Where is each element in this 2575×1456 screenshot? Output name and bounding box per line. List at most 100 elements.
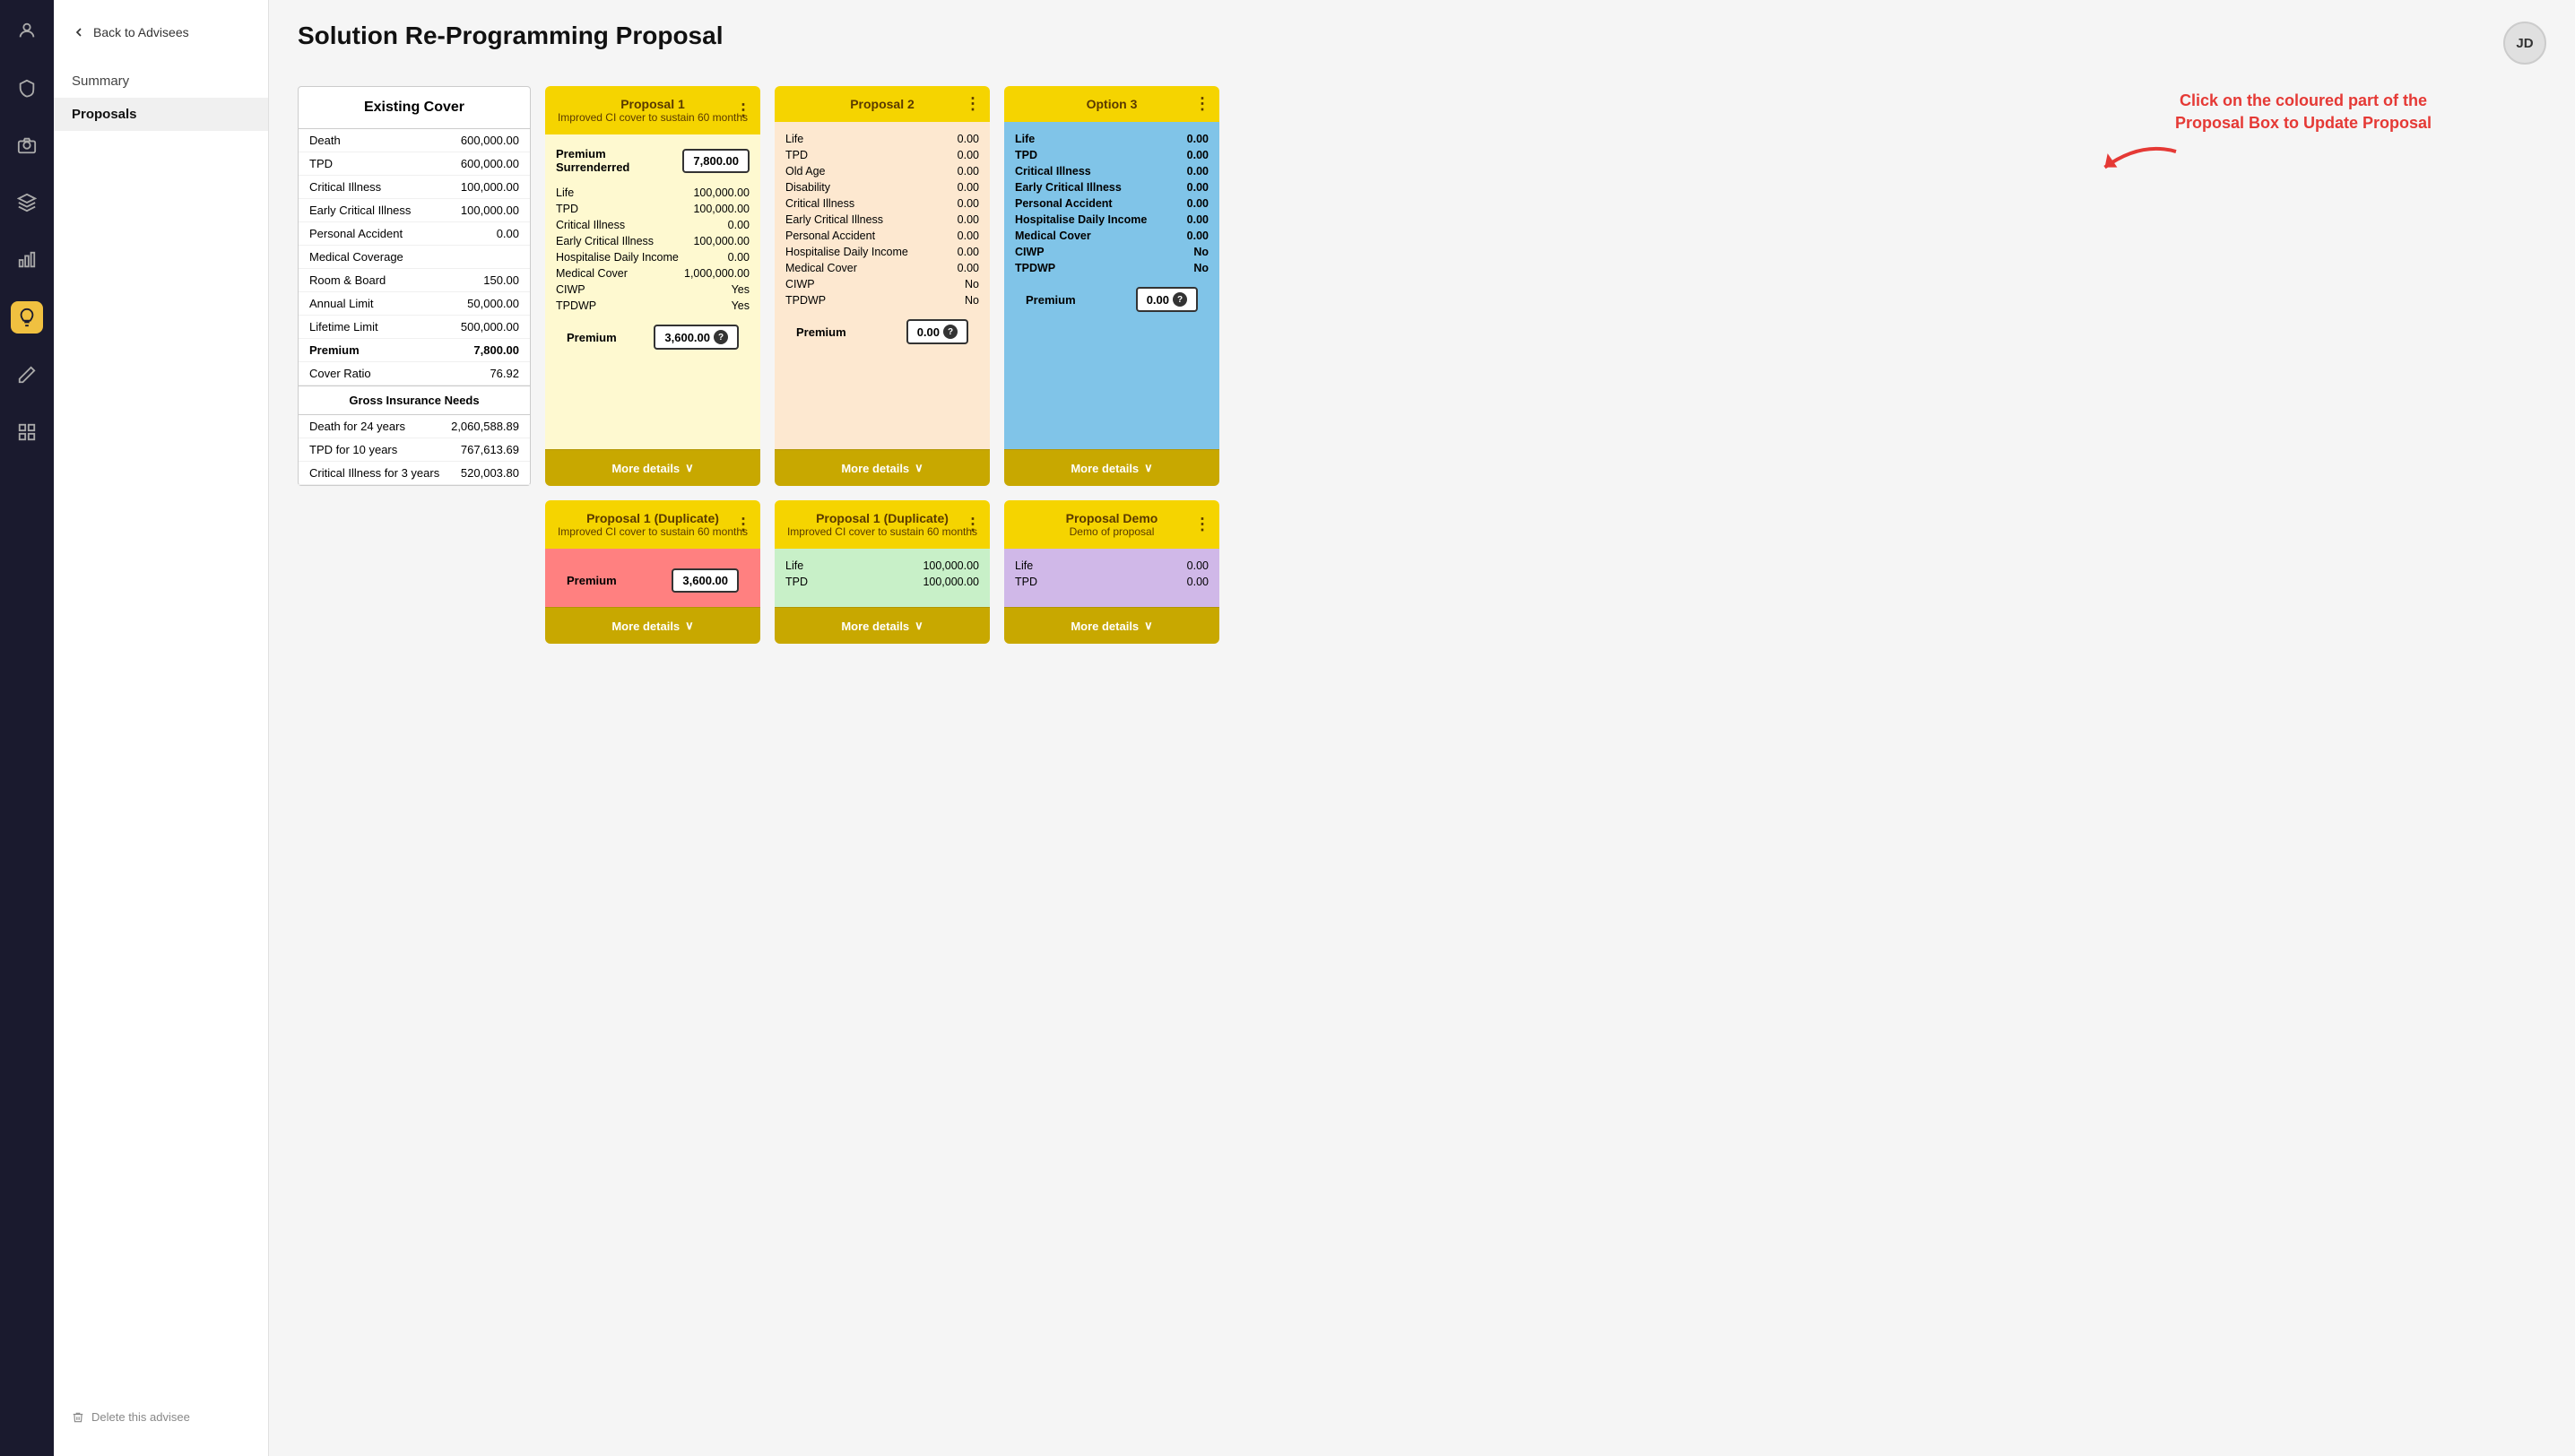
p1-more-details-button[interactable]: More details ∨ bbox=[545, 449, 760, 486]
option3-card[interactable]: Option 3 ⋮ Life0.00 TPD0.00 Critical Ill… bbox=[1004, 86, 1219, 486]
ec-row-rb: Room & Board150.00 bbox=[299, 269, 530, 292]
o3-row-tpdwp: TPDWPNo bbox=[1015, 260, 1209, 276]
p1-premium-label: Premium bbox=[567, 331, 617, 344]
pdemo-title: Proposal Demo bbox=[1013, 511, 1210, 525]
sidebar-icon-pen[interactable] bbox=[11, 359, 43, 391]
o3-row-hdi: Hospitalise Daily Income0.00 bbox=[1015, 212, 1209, 228]
option3-title: Option 3 bbox=[1013, 97, 1210, 111]
p2-premium-label: Premium bbox=[796, 325, 846, 339]
ec-row-ci: Critical Illness100,000.00 bbox=[299, 176, 530, 199]
proposal1-body[interactable]: Premium Surrenderred 7,800.00 Life100,00… bbox=[545, 134, 760, 449]
proposal1-card[interactable]: Proposal 1 Improved CI cover to sustain … bbox=[545, 86, 760, 486]
nav-proposals[interactable]: Proposals bbox=[54, 98, 268, 131]
o3-row-ciwp: CIWPNo bbox=[1015, 244, 1209, 260]
option3-body[interactable]: Life0.00 TPD0.00 Critical Illness0.00 Ea… bbox=[1004, 122, 1219, 449]
sidebar-icon-person[interactable] bbox=[11, 14, 43, 47]
option3-menu[interactable]: ⋮ bbox=[1194, 95, 1210, 114]
p1-row-eci: Early Critical Illness100,000.00 bbox=[556, 233, 750, 249]
hint-box: Click on the coloured part of the Propos… bbox=[2175, 90, 2432, 134]
pdemo-more-details-button[interactable]: More details ∨ bbox=[1004, 607, 1219, 644]
p1dup2-row-tpd: TPD100,000.00 bbox=[785, 574, 979, 590]
pdemo-row-life: Life0.00 bbox=[1015, 558, 1209, 574]
delete-advisee-button[interactable]: Delete this advisee bbox=[54, 1396, 268, 1438]
p1dup-premium-row: Premium 3,600.00 bbox=[556, 563, 750, 598]
sidebar-icon-bulb[interactable] bbox=[11, 301, 43, 334]
p1dup2-subtitle: Improved CI cover to sustain 60 months bbox=[784, 525, 981, 538]
ec-row-ll: Lifetime Limit500,000.00 bbox=[299, 316, 530, 339]
p1dup2-body[interactable]: Life100,000.00 TPD100,000.00 bbox=[775, 549, 990, 607]
existing-cover-card: Existing Cover Death600,000.00 TPD600,00… bbox=[298, 86, 531, 486]
ec-row-mc: Medical Coverage bbox=[299, 246, 530, 269]
p1dup2-more-details-button[interactable]: More details ∨ bbox=[775, 607, 990, 644]
p1-row-hdi: Hospitalise Daily Income0.00 bbox=[556, 249, 750, 265]
sidebar-icon-shield[interactable] bbox=[11, 72, 43, 104]
pdemo-body[interactable]: Life0.00 TPD0.00 bbox=[1004, 549, 1219, 607]
premium-surrendered-value: 7,800.00 bbox=[682, 149, 750, 173]
pdemo-row-tpd: TPD0.00 bbox=[1015, 574, 1209, 590]
ec-gross-death: Death for 24 years2,060,588.89 bbox=[299, 415, 530, 438]
page-title: Solution Re-Programming Proposal bbox=[298, 22, 723, 50]
p2-row-tpdwp: TPDWPNo bbox=[785, 292, 979, 308]
p2-row-hdi: Hospitalise Daily Income0.00 bbox=[785, 244, 979, 260]
proposal-demo-card[interactable]: Proposal Demo Demo of proposal ⋮ Life0.0… bbox=[1004, 500, 1219, 644]
proposal2-body[interactable]: Life0.00 TPD0.00 Old Age0.00 Disability0… bbox=[775, 122, 990, 449]
p2-row-disability: Disability0.00 bbox=[785, 179, 979, 195]
p1-row-ciwp: CIWPYes bbox=[556, 282, 750, 298]
proposal2-menu[interactable]: ⋮ bbox=[965, 95, 981, 114]
p1dup-header[interactable]: Proposal 1 (Duplicate) Improved CI cover… bbox=[545, 500, 760, 549]
nav-summary[interactable]: Summary bbox=[54, 65, 268, 98]
p1dup-more-details-button[interactable]: More details ∨ bbox=[545, 607, 760, 644]
premium-surrendered-label: Premium Surrenderred bbox=[556, 147, 682, 174]
p1-row-tpdwp: TPDWPYes bbox=[556, 298, 750, 314]
sidebar-icon-camera[interactable] bbox=[11, 129, 43, 161]
proposal2-header[interactable]: Proposal 2 ⋮ bbox=[775, 86, 990, 122]
back-to-advisees-button[interactable]: Back to Advisees bbox=[54, 18, 268, 47]
p1dup-title: Proposal 1 (Duplicate) bbox=[554, 511, 751, 525]
p1dup-menu[interactable]: ⋮ bbox=[735, 516, 751, 534]
proposal1-dup-card[interactable]: Proposal 1 (Duplicate) Improved CI cover… bbox=[545, 500, 760, 644]
proposal1-menu[interactable]: ⋮ bbox=[735, 101, 751, 120]
proposal2-title: Proposal 2 bbox=[784, 97, 981, 111]
p1-premium-value: 3,600.00 ? bbox=[654, 325, 739, 350]
p2-info-icon[interactable]: ? bbox=[943, 325, 958, 339]
hint-text-line1: Click on the coloured part of the bbox=[2175, 90, 2432, 112]
o3-premium-value: 0.00 ? bbox=[1136, 287, 1198, 312]
p2-row-pa: Personal Accident0.00 bbox=[785, 228, 979, 244]
sidebar-icon-layers[interactable] bbox=[11, 186, 43, 219]
p1-row-tpd: TPD100,000.00 bbox=[556, 201, 750, 217]
o3-premium-label: Premium bbox=[1026, 293, 1076, 307]
p1dup-premium-label: Premium bbox=[567, 574, 617, 587]
o3-row-mc: Medical Cover0.00 bbox=[1015, 228, 1209, 244]
proposal1-dup2-card[interactable]: Proposal 1 (Duplicate) Improved CI cover… bbox=[775, 500, 990, 644]
p1dup2-header[interactable]: Proposal 1 (Duplicate) Improved CI cover… bbox=[775, 500, 990, 549]
left-panel: Back to Advisees Summary Proposals Delet… bbox=[54, 0, 269, 1456]
o3-row-eci: Early Critical Illness0.00 bbox=[1015, 179, 1209, 195]
pdemo-menu[interactable]: ⋮ bbox=[1194, 516, 1210, 534]
o3-info-icon[interactable]: ? bbox=[1173, 292, 1187, 307]
premium-surrendered-row: Premium Surrenderred 7,800.00 bbox=[556, 143, 750, 178]
p1dup-body[interactable]: Premium 3,600.00 bbox=[545, 549, 760, 607]
p2-row-mc: Medical Cover0.00 bbox=[785, 260, 979, 276]
p1dup2-menu[interactable]: ⋮ bbox=[965, 516, 981, 534]
bottom-cards-row: Proposal 1 (Duplicate) Improved CI cover… bbox=[298, 500, 2546, 644]
o3-premium-row: Premium 0.00 ? bbox=[1015, 282, 1209, 317]
p1-info-icon[interactable]: ? bbox=[714, 330, 728, 344]
proposal2-card[interactable]: Proposal 2 ⋮ Life0.00 TPD0.00 Old Age0.0… bbox=[775, 86, 990, 486]
p1-row-mc: Medical Cover1,000,000.00 bbox=[556, 265, 750, 282]
sidebar-icon-grid[interactable] bbox=[11, 416, 43, 448]
proposal1-title: Proposal 1 bbox=[554, 97, 751, 111]
p2-more-details-button[interactable]: More details ∨ bbox=[775, 449, 990, 486]
p1dup-subtitle: Improved CI cover to sustain 60 months bbox=[554, 525, 751, 538]
option3-header[interactable]: Option 3 ⋮ bbox=[1004, 86, 1219, 122]
pdemo-subtitle: Demo of proposal bbox=[1013, 525, 1210, 538]
p2-row-eci: Early Critical Illness0.00 bbox=[785, 212, 979, 228]
ec-gross-ci: Critical Illness for 3 years520,003.80 bbox=[299, 462, 530, 485]
top-cards-row: Existing Cover Death600,000.00 TPD600,00… bbox=[298, 86, 2546, 486]
ec-row-tpd: TPD600,000.00 bbox=[299, 152, 530, 176]
p1dup2-title: Proposal 1 (Duplicate) bbox=[784, 511, 981, 525]
sidebar-icon-chart[interactable] bbox=[11, 244, 43, 276]
proposal1-header[interactable]: Proposal 1 Improved CI cover to sustain … bbox=[545, 86, 760, 134]
o3-row-ci: Critical Illness0.00 bbox=[1015, 163, 1209, 179]
option3-more-details-button[interactable]: More details ∨ bbox=[1004, 449, 1219, 486]
pdemo-header[interactable]: Proposal Demo Demo of proposal ⋮ bbox=[1004, 500, 1219, 549]
